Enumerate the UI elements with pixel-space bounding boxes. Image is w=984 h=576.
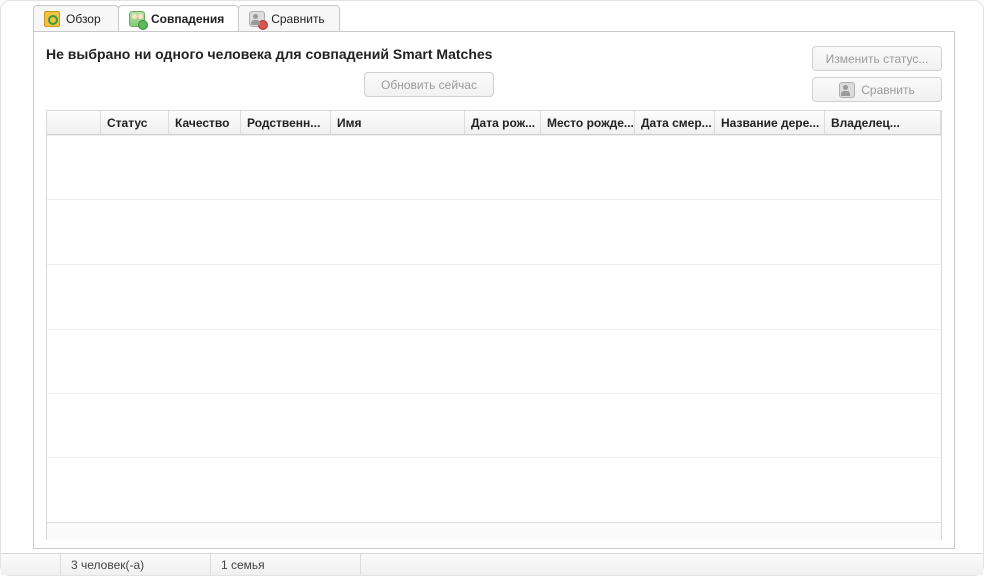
col-birthdate[interactable]: Дата рож...: [465, 111, 541, 134]
status-cell-empty: [1, 554, 61, 575]
col-name[interactable]: Имя: [331, 111, 465, 134]
compare-icon: [249, 11, 265, 27]
grid-footer: [47, 522, 941, 540]
tab-compare-label: Сравнить: [271, 12, 324, 26]
tab-overview-label: Обзор: [66, 12, 101, 26]
status-people: 3 человек(-а): [61, 554, 211, 575]
col-checkbox[interactable]: [47, 111, 101, 134]
tab-matches[interactable]: Совпадения: [118, 5, 239, 31]
compare-button-label: Сравнить: [861, 83, 914, 97]
tab-matches-label: Совпадения: [151, 12, 224, 26]
grid-header: Статус Качество Родственн... Имя Дата ро…: [47, 111, 941, 135]
status-family: 1 семья: [211, 554, 361, 575]
col-birthplace[interactable]: Место рожде...: [541, 111, 635, 134]
people-icon: [129, 11, 145, 27]
matches-panel: Не выбрано ни одного человека для совпад…: [33, 31, 955, 549]
folder-icon: [44, 11, 60, 27]
refresh-button[interactable]: Обновить сейчас: [364, 72, 494, 97]
col-status[interactable]: Статус: [101, 111, 169, 134]
tabstrip: Обзор Совпадения Сравнить: [33, 5, 955, 31]
grid-body: [47, 135, 941, 522]
status-bar: 3 человек(-а) 1 семья: [1, 553, 983, 575]
matches-grid: Статус Качество Родственн... Имя Дата ро…: [46, 110, 942, 540]
check-badge-icon: [138, 20, 148, 30]
refresh-button-label: Обновить сейчас: [381, 78, 477, 92]
compare-person-icon: [839, 82, 855, 98]
tab-overview[interactable]: Обзор: [33, 5, 119, 31]
col-treename[interactable]: Название дере...: [715, 111, 825, 134]
tab-compare[interactable]: Сравнить: [238, 5, 339, 31]
col-owner[interactable]: Владелец...: [825, 111, 941, 134]
col-relation[interactable]: Родственн...: [241, 111, 331, 134]
change-status-label: Изменить статус...: [826, 52, 929, 66]
change-status-button[interactable]: Изменить статус...: [812, 46, 942, 71]
x-badge-icon: [258, 20, 268, 30]
compare-button[interactable]: Сравнить: [812, 77, 942, 102]
col-quality[interactable]: Качество: [169, 111, 241, 134]
page-title: Не выбрано ни одного человека для совпад…: [46, 46, 812, 62]
col-deathdate[interactable]: Дата смер...: [635, 111, 715, 134]
